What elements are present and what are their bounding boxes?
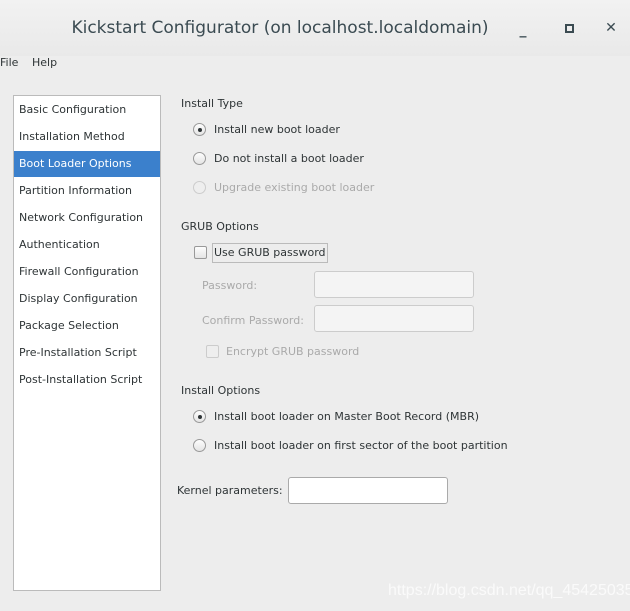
watermark: https://blog.csdn.net/qq_45425035 — [388, 582, 630, 599]
sidebar: Basic Configuration Installation Method Bo… — [13, 95, 161, 591]
use-grub-password-checkbox[interactable] — [194, 246, 207, 259]
password-input — [314, 271, 474, 298]
maximize-icon[interactable] — [557, 16, 581, 40]
close-icon[interactable]: ✕ — [599, 16, 623, 40]
sidebar-item-display-configuration[interactable]: Display Configuration — [14, 286, 160, 312]
window-title: Kickstart Configurator (on localhost.loc… — [71, 18, 489, 38]
sidebar-item-firewall-configuration[interactable]: Firewall Configuration — [14, 259, 160, 285]
radio-upgrade-label: Upgrade existing boot loader — [214, 181, 375, 194]
menu-file[interactable]: File — [0, 56, 18, 70]
radio-install-new-label[interactable]: Install new boot loader — [214, 123, 340, 136]
radio-mbr-label[interactable]: Install boot loader on Master Boot Recor… — [214, 410, 479, 423]
kernel-parameters-input[interactable] — [288, 477, 448, 504]
radio-upgrade — [193, 181, 206, 194]
radio-install-new[interactable] — [193, 123, 206, 136]
sidebar-item-basic-configuration[interactable]: Basic Configuration — [14, 97, 160, 123]
install-options-header: Install Options — [181, 384, 261, 397]
sidebar-item-authentication[interactable]: Authentication — [14, 232, 160, 258]
install-type-header: Install Type — [181, 97, 243, 110]
sidebar-item-installation-method[interactable]: Installation Method — [14, 124, 160, 150]
sidebar-item-package-selection[interactable]: Package Selection — [14, 313, 160, 339]
minimize-icon[interactable]: _ — [511, 18, 535, 42]
encrypt-grub-label: Encrypt GRUB password — [226, 345, 360, 358]
kernel-parameters-label: Kernel parameters: — [177, 484, 283, 497]
radio-no-install[interactable] — [193, 152, 206, 165]
confirm-password-label: Confirm Password: — [202, 314, 304, 327]
title-bar: Kickstart Configurator (on localhost.loc… — [0, 0, 630, 56]
sidebar-item-partition-information[interactable]: Partition Information — [14, 178, 160, 204]
radio-mbr[interactable] — [193, 410, 206, 423]
password-label: Password: — [202, 279, 258, 292]
use-grub-password-label[interactable]: Use GRUB password — [212, 243, 328, 263]
radio-boot-partition-label[interactable]: Install boot loader on first sector of t… — [214, 439, 508, 452]
radio-no-install-label[interactable]: Do not install a boot loader — [214, 152, 364, 165]
sidebar-item-network-configuration[interactable]: Network Configuration — [14, 205, 160, 231]
menu-bar: File Help — [0, 56, 630, 80]
menu-help[interactable]: Help — [32, 56, 57, 70]
radio-boot-partition[interactable] — [193, 439, 206, 452]
sidebar-item-boot-loader-options[interactable]: Boot Loader Options — [14, 151, 160, 177]
confirm-password-input — [314, 305, 474, 332]
grub-options-header: GRUB Options — [181, 220, 259, 233]
encrypt-grub-checkbox — [206, 345, 219, 358]
sidebar-item-post-installation-script[interactable]: Post-Installation Script — [14, 367, 160, 393]
sidebar-item-pre-installation-script[interactable]: Pre-Installation Script — [14, 340, 160, 366]
